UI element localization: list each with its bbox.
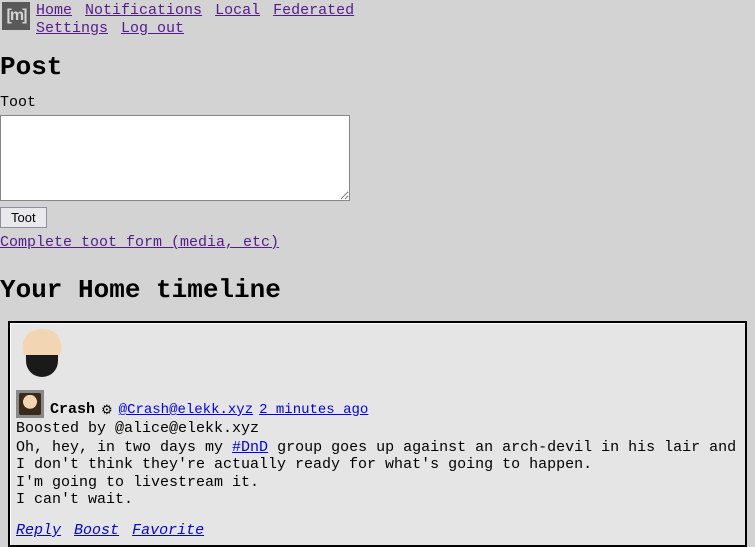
nav-federated[interactable]: Federated — [273, 2, 354, 19]
nav-local[interactable]: Local — [215, 2, 260, 19]
status-content: Oh, hey, in two days my #DnD group goes … — [16, 439, 739, 508]
boost-link[interactable]: Boost — [74, 522, 119, 539]
status-line-3: I can't wait. — [16, 491, 133, 508]
gear-icon: ⚙ — [101, 403, 113, 418]
hashtag-link[interactable]: #DnD — [232, 439, 268, 456]
status-actions: Reply Boost Favorite — [16, 522, 739, 539]
display-name: Crash — [50, 401, 95, 418]
toot-label: Toot — [0, 94, 755, 111]
nav-home[interactable]: Home — [36, 2, 72, 19]
primary-nav: Home Notifications Local Federated Setti… — [36, 2, 358, 38]
status-card: Crash ⚙ @Crash@elekk.xyz 2 minutes ago B… — [8, 321, 747, 547]
toot-textarea[interactable] — [0, 115, 350, 201]
post-heading: Post — [0, 52, 755, 82]
boosted-by: Boosted by @alice@elekk.xyz — [16, 420, 739, 437]
status-line-2: I'm going to livestream it. — [16, 474, 259, 491]
booster-avatar[interactable] — [16, 390, 44, 418]
timestamp-link[interactable]: 2 minutes ago — [259, 402, 368, 418]
timeline-heading: Your Home timeline — [0, 275, 755, 305]
mastodon-icon: [m] — [7, 7, 26, 25]
app-logo: [m] — [2, 2, 30, 30]
complete-form-link[interactable]: Complete toot form (media, etc) — [0, 234, 279, 251]
account-handle[interactable]: @Crash@elekk.xyz — [119, 402, 253, 418]
nav-logout[interactable]: Log out — [121, 20, 184, 37]
toot-submit-button[interactable]: Toot — [0, 207, 47, 228]
nav-notifications[interactable]: Notifications — [85, 2, 202, 19]
reply-link[interactable]: Reply — [16, 522, 61, 539]
status-text-pre: Oh, hey, in two days my — [16, 439, 232, 456]
nav-settings[interactable]: Settings — [36, 20, 108, 37]
favorite-link[interactable]: Favorite — [132, 522, 204, 539]
avatar[interactable] — [16, 329, 68, 381]
